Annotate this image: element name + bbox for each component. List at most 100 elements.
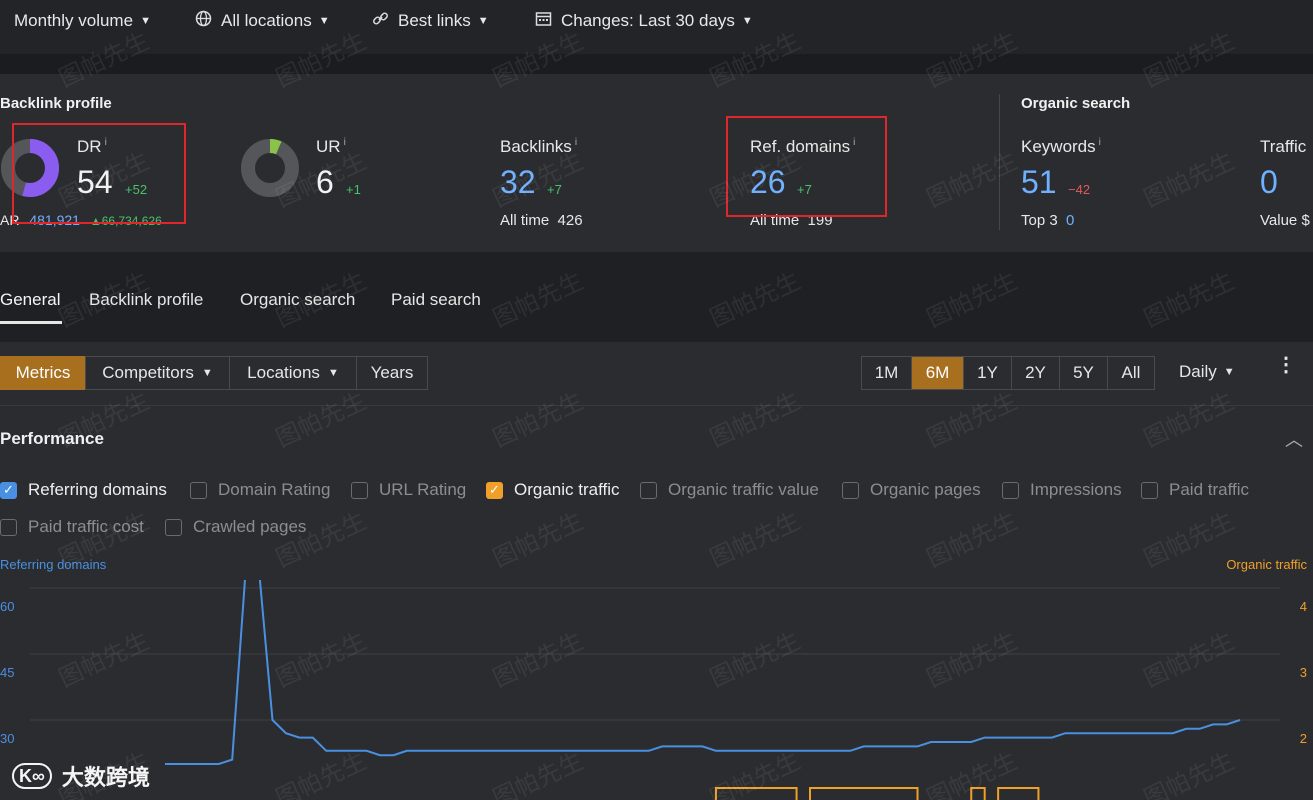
backlinks-delta: +7 <box>547 182 562 197</box>
chevron-down-icon: ▼ <box>1223 366 1235 378</box>
checkbox-paid-traffic-cost[interactable]: Paid traffic cost <box>0 517 144 537</box>
chevron-down-icon: ▼ <box>201 367 213 379</box>
checkbox-empty-icon <box>640 481 657 499</box>
chevron-down-icon: ▼ <box>318 15 330 27</box>
keywords-label: Keywords i <box>1021 137 1101 156</box>
organic-search-title: Organic search <box>1021 95 1131 112</box>
controls-divider <box>0 405 1313 406</box>
backlinks-all-time: All time 426 <box>500 212 583 229</box>
range-1y-button[interactable]: 1Y <box>963 356 1012 390</box>
watermark-text: 图帕先生 <box>272 387 371 453</box>
link-icon <box>372 10 389 32</box>
watermark-text: 图帕先生 <box>923 387 1022 453</box>
checkbox-empty-icon <box>1002 481 1019 499</box>
right-axis-title: Organic traffic <box>1226 557 1307 572</box>
brand-logo-icon: K∞ <box>12 763 52 789</box>
chevron-down-icon: ▼ <box>327 367 339 379</box>
tab-general[interactable]: General <box>0 290 60 310</box>
series-organic-traffic-line <box>714 787 1040 800</box>
brand-name: 大数跨境 <box>61 765 150 790</box>
watermark-text: 图帕先生 <box>272 507 371 573</box>
checkbox-crawled-pages[interactable]: Crawled pages <box>165 517 306 537</box>
competitors-dropdown[interactable]: Competitors ▼ <box>85 356 230 390</box>
best-links-dropdown[interactable]: Best links ▼ <box>372 10 489 32</box>
traffic-value-row: Value $ <box>1260 212 1310 229</box>
series-referring-domains-line <box>165 580 1241 765</box>
ur-label: UR i <box>316 137 346 156</box>
watermark-text: 图帕先生 <box>706 507 805 573</box>
checkbox-empty-icon <box>1141 481 1158 499</box>
range-1m-button[interactable]: 1M <box>861 356 912 390</box>
backlink-profile-title: Backlink profile <box>0 95 112 112</box>
checkmark-icon: ✓ <box>0 481 17 499</box>
chevron-down-icon: ▼ <box>140 15 151 27</box>
calendar-icon <box>535 10 552 32</box>
locations-dropdown[interactable]: All locations ▼ <box>195 10 330 32</box>
watermark-text: 图帕先生 <box>489 507 588 573</box>
brand-watermark: K∞ 大数跨境 <box>12 760 150 792</box>
collapse-chevron-icon[interactable]: ︿ <box>1285 426 1303 452</box>
divider-strip <box>0 54 1313 74</box>
metrics-button[interactable]: Metrics <box>0 356 86 390</box>
active-tab-indicator <box>0 321 62 324</box>
monthly-volume-dropdown[interactable]: Monthly volume ▼ <box>14 10 151 32</box>
changes-period-dropdown[interactable]: Changes: Last 30 days ▼ <box>535 10 753 32</box>
performance-title: Performance <box>0 429 104 448</box>
tab-backlink-profile[interactable]: Backlink profile <box>89 290 203 310</box>
filter-toolbar: Monthly volume ▼ All locations ▼ Best link… <box>0 0 1313 54</box>
app-root: Monthly volume ▼ All locations ▼ Best link… <box>0 0 1313 800</box>
backlinks-label: Backlinks i <box>500 137 578 156</box>
changes-period-label: Changes: Last 30 days <box>561 11 735 30</box>
checkbox-url-rating[interactable]: URL Rating <box>351 480 466 500</box>
info-icon[interactable]: i <box>575 137 577 148</box>
traffic-label: Traffic <box>1260 137 1307 156</box>
left-axis-title: Referring domains <box>0 557 107 572</box>
checkbox-empty-icon <box>165 518 182 536</box>
tab-paid-search[interactable]: Paid search <box>391 290 481 310</box>
keywords-top3: Top 3 0 <box>1021 212 1075 229</box>
info-icon[interactable]: i <box>344 137 346 148</box>
checkbox-organic-traffic-value[interactable]: Organic traffic value <box>640 480 819 500</box>
checkbox-impressions[interactable]: Impressions <box>1002 480 1122 500</box>
checkbox-organic-traffic[interactable]: ✓ Organic traffic <box>486 480 620 500</box>
range-all-button[interactable]: All <box>1107 356 1155 390</box>
backlinks-value[interactable]: 32 <box>500 164 536 201</box>
checkbox-empty-icon <box>0 518 17 536</box>
checkbox-organic-pages[interactable]: Organic pages <box>842 480 981 500</box>
highlight-box-ref-domains <box>726 116 887 217</box>
section-divider <box>999 94 1000 230</box>
info-icon[interactable]: i <box>1099 137 1101 148</box>
more-options-icon[interactable]: ⋮ <box>1276 355 1296 375</box>
best-links-label: Best links <box>398 11 471 30</box>
tab-organic-search[interactable]: Organic search <box>240 290 355 310</box>
range-6m-button[interactable]: 6M <box>911 356 964 390</box>
traffic-value[interactable]: 0 <box>1260 164 1278 201</box>
watermark-text: 图帕先生 <box>489 387 588 453</box>
watermark-text: 图帕先生 <box>923 507 1022 573</box>
keywords-value[interactable]: 51 <box>1021 164 1057 201</box>
ur-delta: +1 <box>346 182 361 197</box>
years-button[interactable]: Years <box>356 356 428 390</box>
checkbox-paid-traffic[interactable]: Paid traffic <box>1141 480 1249 500</box>
range-5y-button[interactable]: 5Y <box>1059 356 1108 390</box>
watermark-text: 图帕先生 <box>1140 507 1239 573</box>
ur-value: 6 <box>316 164 334 200</box>
checkbox-empty-icon <box>842 481 859 499</box>
checkbox-empty-icon <box>351 481 368 499</box>
chevron-down-icon: ▼ <box>741 15 753 27</box>
globe-icon <box>195 10 212 32</box>
watermark-text: 图帕先生 <box>706 387 805 453</box>
range-2y-button[interactable]: 2Y <box>1011 356 1060 390</box>
checkbox-empty-icon <box>190 481 207 499</box>
chevron-down-icon: ▼ <box>477 15 489 27</box>
checkbox-domain-rating[interactable]: Domain Rating <box>190 480 330 500</box>
checkbox-referring-domains[interactable]: ✓ Referring domains <box>0 480 167 500</box>
keywords-delta: −42 <box>1068 182 1091 197</box>
performance-chart[interactable] <box>0 580 1313 800</box>
locations-label: All locations <box>221 11 312 30</box>
interval-dropdown[interactable]: Daily ▼ <box>1179 362 1235 382</box>
ur-donut-chart <box>241 139 299 197</box>
locations-filter-dropdown[interactable]: Locations ▼ <box>229 356 357 390</box>
monthly-volume-label: Monthly volume <box>14 11 134 30</box>
checkmark-icon: ✓ <box>486 481 503 499</box>
